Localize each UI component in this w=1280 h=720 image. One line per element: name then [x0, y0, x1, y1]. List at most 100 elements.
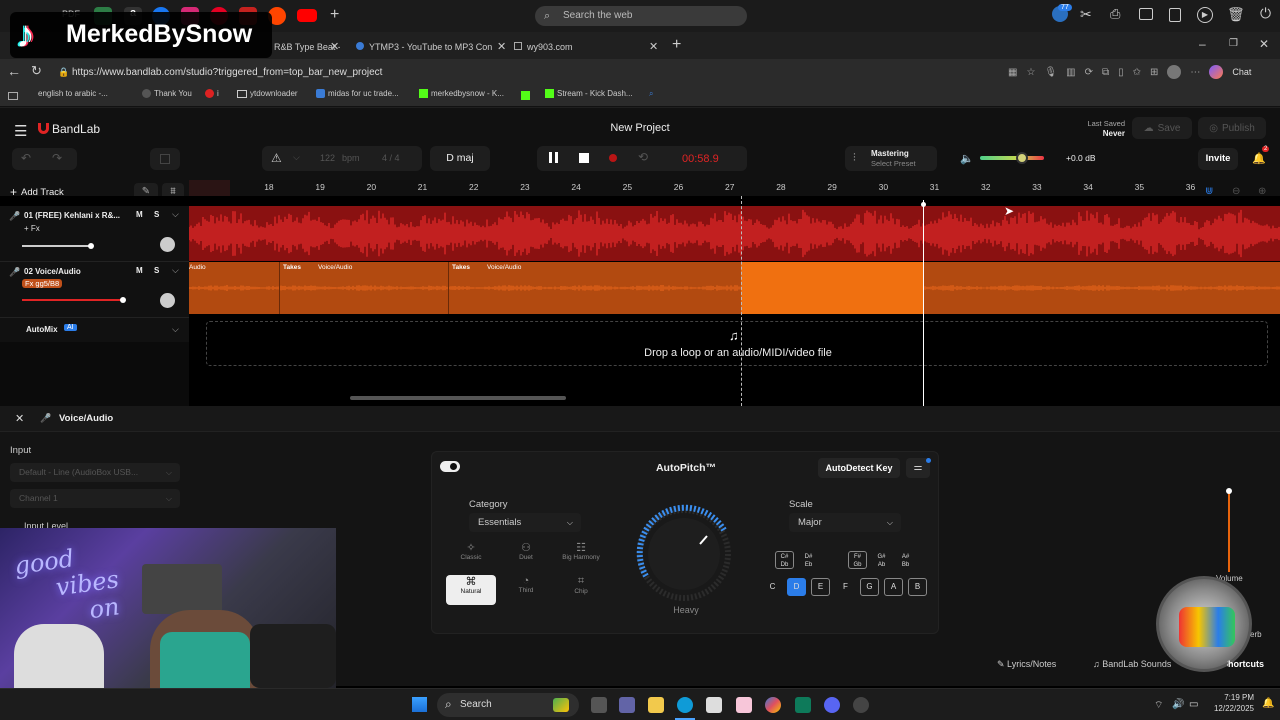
note-c[interactable]: C	[763, 578, 782, 596]
copilot-app-icon[interactable]	[765, 697, 781, 713]
track-name[interactable]: 02 Voice/Audio	[24, 267, 81, 276]
sidebar-icon[interactable]	[8, 92, 18, 100]
search-icon[interactable]: ⌕	[649, 89, 653, 99]
autodetect-key-button[interactable]: AutoDetect Key	[818, 458, 900, 478]
track-volume-fader[interactable]	[1228, 490, 1230, 572]
restore-icon[interactable]: ❐	[1229, 38, 1238, 49]
clock-date[interactable]: 12/22/2025	[1204, 704, 1254, 713]
mode-third[interactable]: ◔ Third	[501, 575, 551, 605]
invite-button[interactable]: Invite	[1198, 148, 1238, 170]
wifi-icon[interactable]: ⌔	[1154, 699, 1163, 712]
volume-thumb[interactable]	[88, 243, 94, 249]
project-title[interactable]: New Project	[560, 122, 720, 134]
photos-icon[interactable]	[736, 697, 752, 713]
tab-wy903[interactable]: wy903.com	[510, 36, 610, 58]
tab-close-icon[interactable]: ✕	[649, 40, 658, 53]
new-tab-icon[interactable]: +	[672, 36, 681, 54]
speaker-mute-icon[interactable]: 🔈	[960, 152, 974, 165]
brand-name[interactable]: BandLab	[52, 122, 100, 136]
takes-label[interactable]: Takes	[452, 264, 470, 271]
note-a[interactable]: A	[884, 578, 903, 596]
clock-time[interactable]: 7:19 PM	[1208, 693, 1254, 702]
redo-icon[interactable]: ↷	[52, 151, 62, 165]
master-volume-slider[interactable]	[980, 156, 1044, 160]
close-window-icon[interactable]: ✕	[1259, 37, 1269, 51]
extension-icon[interactable]: ⧉	[1102, 67, 1109, 78]
zoom-in-icon[interactable]: ⊕	[1258, 186, 1266, 197]
chevron-down-icon[interactable]: ⌵	[293, 152, 300, 163]
save-button[interactable]: ☁ Save	[1132, 117, 1192, 139]
track-header-1[interactable]: 🎤 01 (FREE) Kehlani x R&... + Fx M S ⌵	[0, 206, 189, 262]
scissors-icon[interactable]: ✂	[1080, 6, 1092, 23]
timeline-ruler[interactable]: 1718192021222324252627282930313233343536	[189, 180, 1280, 196]
fader-thumb[interactable]	[1226, 488, 1232, 494]
track-volume-slider[interactable]	[22, 299, 122, 301]
mode-classic[interactable]: ✧ Classic	[446, 541, 496, 571]
channel-select[interactable]: Channel 1 ⌵	[10, 489, 180, 508]
split-icon[interactable]: ▯	[1118, 67, 1124, 78]
category-select[interactable]: Essentials ⌵	[469, 513, 581, 532]
note-g[interactable]: G	[860, 578, 879, 596]
takes-label[interactable]: Takes	[283, 264, 301, 271]
mute-button[interactable]: M	[136, 266, 143, 275]
discord-icon[interactable]	[824, 697, 840, 713]
track-volume-slider[interactable]	[22, 245, 92, 247]
bell-icon[interactable]: 🔔	[1252, 152, 1266, 165]
fx-button[interactable]: Fx gg5/B8	[22, 279, 63, 288]
bookmark-3[interactable]: ytdownloader	[237, 89, 298, 98]
note-e[interactable]: E	[811, 578, 830, 596]
chevron-down-icon[interactable]: ⌵	[172, 209, 179, 220]
scale-select[interactable]: Major ⌵	[789, 513, 901, 532]
obs-icon[interactable]	[853, 697, 869, 713]
mute-button[interactable]: M	[136, 210, 143, 219]
chat-label[interactable]: Chat	[1232, 67, 1251, 77]
star-icon[interactable]: ☆	[1026, 67, 1035, 78]
note-b[interactable]: B	[908, 578, 927, 596]
track-2-region[interactable]: Audio Takes Voice/Audio Takes Voice/Audi…	[189, 262, 1280, 314]
note-dsharp[interactable]: D# Eb	[799, 551, 818, 569]
tab-close-icon[interactable]: ✕	[330, 40, 339, 53]
new-tab-plus-icon[interactable]: +	[330, 6, 339, 24]
minimize-icon[interactable]: –	[1199, 37, 1206, 51]
playhead-head[interactable]	[921, 202, 926, 207]
mastering-button[interactable]: ⫶ Mastering Select Preset	[845, 146, 937, 171]
reader-icon[interactable]: ▥	[1066, 67, 1075, 78]
tool-button[interactable]	[150, 148, 180, 170]
bookmark-2[interactable]: i	[205, 89, 219, 99]
fx-button[interactable]: + Fx	[24, 224, 40, 233]
undo-icon[interactable]: ↶	[21, 151, 31, 165]
store-icon[interactable]	[706, 697, 722, 713]
correction-knob[interactable]	[632, 502, 748, 602]
task-view-icon[interactable]	[591, 697, 607, 713]
stop-icon[interactable]	[579, 153, 589, 163]
refresh-icon[interactable]: ↻	[31, 63, 42, 79]
zoom-out-icon[interactable]: ⊖	[1232, 186, 1240, 197]
solo-button[interactable]: S	[154, 266, 159, 275]
mode-duet[interactable]: ⚇ Duet	[501, 541, 551, 571]
url-field[interactable]: 🔒 https://www.bandlab.com/studio?trigger…	[50, 64, 1090, 81]
favorites-icon[interactable]: ✩	[1133, 67, 1141, 78]
publish-button[interactable]: ◎ Publish	[1198, 117, 1266, 139]
play-icon[interactable]: ▶	[1197, 7, 1213, 23]
chevron-down-icon[interactable]: ⌵	[172, 265, 179, 276]
print-icon[interactable]: ⎙	[1110, 6, 1120, 22]
grid-icon[interactable]: ▦	[1008, 67, 1017, 78]
teams-icon[interactable]	[619, 697, 635, 713]
youtube-icon[interactable]	[297, 9, 317, 22]
volume-thumb[interactable]	[120, 297, 126, 303]
refresh-ext-icon[interactable]: ⟳	[1085, 67, 1093, 78]
more-icon[interactable]: ⋯	[1190, 67, 1200, 78]
metronome-icon[interactable]: ⚠	[271, 151, 282, 165]
bookmark-5[interactable]: merkedbysnow - K...	[419, 89, 504, 99]
drop-zone[interactable]: ♫ Drop a loop or an audio/MIDI/video fil…	[206, 321, 1268, 366]
taskbar-search[interactable]: ⌕ Search	[437, 693, 579, 717]
notification-center-icon[interactable]: 🔔	[1262, 698, 1274, 709]
note-fsharp[interactable]: F# Gb	[848, 551, 867, 569]
bookmark-0[interactable]: english to arabic -...	[38, 89, 108, 98]
bookmark-1[interactable]: Thank You	[142, 89, 192, 99]
chevron-down-icon[interactable]: ⌵	[172, 324, 179, 335]
time-signature[interactable]: 4 / 4	[382, 153, 400, 163]
search-web-input[interactable]: ⌕ Search the web	[535, 6, 747, 26]
mode-chip[interactable]: ⌗ Chip	[556, 575, 606, 605]
vscode-icon[interactable]	[795, 697, 811, 713]
